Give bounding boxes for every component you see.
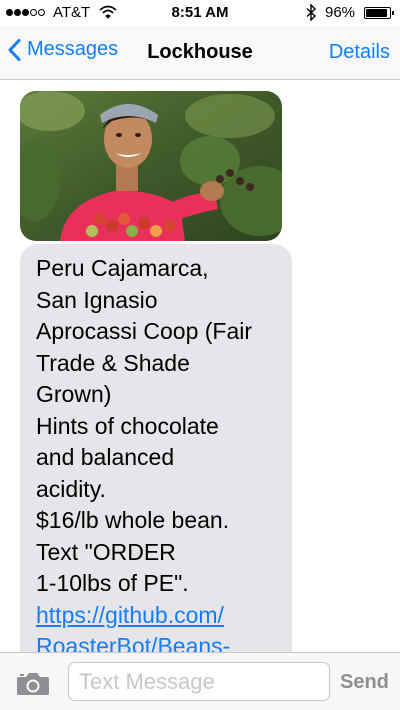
message-line: San Ignasio [36, 286, 158, 313]
message-line: Grown) [36, 381, 112, 407]
battery-cap [392, 11, 394, 15]
message-text: Peru Cajamarca, San Ignasio Aprocassi Coop… [36, 253, 280, 600]
camera-icon [17, 673, 49, 695]
message-line: 1-10lbs of PE". [36, 570, 189, 596]
bluetooth-icon [306, 4, 317, 21]
camera-button[interactable] [16, 671, 50, 702]
message-line: $16/lb whole bean. [36, 507, 230, 533]
battery-icon [364, 7, 394, 19]
messages-screen: AT&T 8:51 AM 96% Messages Lockhouse Deta… [0, 0, 400, 710]
message-line: Hints of chocolate [36, 412, 219, 439]
photo-message[interactable] [20, 91, 282, 241]
send-button[interactable]: Send [340, 671, 389, 694]
message-line: Trade & Shade [36, 349, 190, 376]
message-line: Text "ORDER [36, 538, 176, 565]
status-bar: AT&T 8:51 AM 96% [0, 0, 400, 26]
message-input-bar: Send [0, 652, 400, 710]
battery-percent: 96% [325, 4, 356, 21]
details-button[interactable]: Details [329, 41, 390, 64]
nav-bar: Messages Lockhouse Details [0, 26, 400, 80]
received-message-bubble[interactable]: Peru Cajamarca, San Ignasio Aprocassi Coop… [20, 244, 292, 652]
message-line: and balanced [36, 444, 175, 470]
battery-level [366, 9, 388, 17]
message-line: Aprocassi Coop (Fair [36, 318, 253, 344]
message-link-line[interactable]: https://github.com/ [36, 600, 280, 632]
coffee-farmer-photo [20, 91, 282, 241]
message-input[interactable] [68, 662, 330, 701]
message-line: acidity. [36, 475, 106, 502]
conversation-view[interactable]: Peru Cajamarca, San Ignasio Aprocassi Coop… [0, 80, 400, 652]
message-line: Peru Cajamarca, [36, 255, 209, 281]
message-link[interactable]: https://github.com/RoasterBot/Beans- [36, 600, 280, 653]
message-link-line[interactable]: RoasterBot/Beans- [36, 631, 280, 652]
